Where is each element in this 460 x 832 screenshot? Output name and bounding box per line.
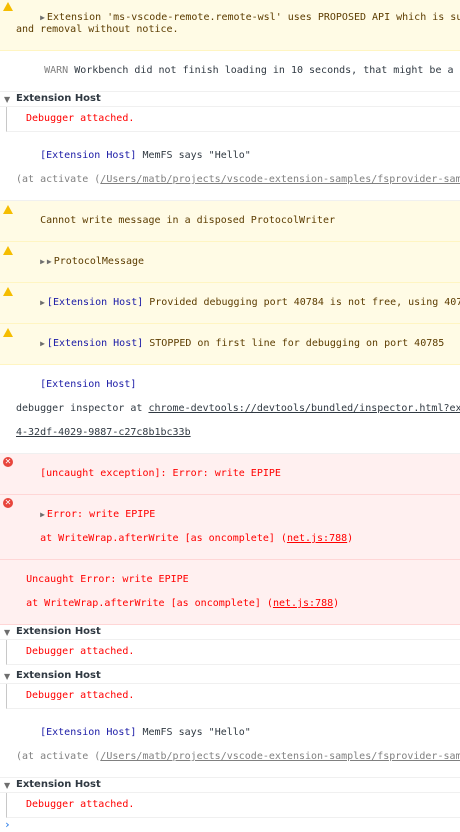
error-text: Uncaught Error: write EPIPE xyxy=(26,574,189,585)
group-title: Extension Host xyxy=(16,93,101,104)
console-group-header[interactable]: ▼ Extension Host xyxy=(0,92,460,107)
warning-text: Extension 'ms-vscode-remote.remote-wsl' … xyxy=(16,12,460,35)
group-message: Debugger attached. xyxy=(26,113,135,124)
warning-text: ProtocolMessage xyxy=(53,256,145,267)
log-source-link[interactable]: /Users/matb/projects/vscode-extension-sa… xyxy=(100,174,460,185)
log-source-link[interactable]: /Users/matb/projects/vscode-extension-sa… xyxy=(100,751,460,762)
console-group-body: Debugger attached. xyxy=(6,640,460,665)
stack-tail: ) xyxy=(333,598,340,609)
expand-triangle-icon[interactable]: ▶ xyxy=(40,339,45,348)
warn-message-text: Workbench did not finish loading in 10 s… xyxy=(68,65,460,76)
console-group-header[interactable]: ▼ Extension Host xyxy=(0,669,460,684)
inspector-link-cont[interactable]: 4-32df-4029-9887-c27c8b1bc33b xyxy=(16,427,191,438)
error-icon: ✕ xyxy=(3,498,13,508)
console-group-body: Debugger attached. xyxy=(6,684,460,709)
console-error[interactable]: ✕ [uncaught exception]: Error: write EPIP… xyxy=(0,454,460,495)
log-prefix: [Extension Host] xyxy=(40,727,137,738)
log-source-prefix: (at activate ( xyxy=(16,751,101,762)
warning-icon xyxy=(3,246,13,255)
console-warning[interactable]: ▶ ▶ ProtocolMessage xyxy=(0,242,460,283)
log-text: MemFS says "Hello" xyxy=(136,150,251,161)
expand-triangle-icon[interactable]: ▶ xyxy=(40,13,45,22)
expand-triangle-icon[interactable]: ▶ xyxy=(47,257,52,266)
warning-icon xyxy=(3,205,13,214)
console-warning[interactable]: ▶ Extension 'ms-vscode-remote.remote-wsl'… xyxy=(0,0,460,51)
console-error[interactable]: Uncaught Error: write EPIPE at WriteWrap… xyxy=(0,560,460,625)
warning-icon xyxy=(3,328,13,337)
group-message: Debugger attached. xyxy=(26,799,135,810)
log-text: MemFS says "Hello" xyxy=(136,727,251,738)
console-group-header[interactable]: ▼ Extension Host xyxy=(0,625,460,640)
group-message: Debugger attached. xyxy=(26,690,135,701)
stack-tail: ) xyxy=(347,533,354,544)
warning-prefix: [Extension Host] xyxy=(46,338,144,349)
console-warning[interactable]: ▶ [Extension Host] Provided debugging por… xyxy=(0,283,460,324)
warning-icon xyxy=(3,2,13,11)
collapse-triangle-icon[interactable]: ▼ xyxy=(4,93,10,107)
log-prefix: [Extension Host] xyxy=(40,150,137,161)
stack-link[interactable]: net.js:788 xyxy=(273,598,333,609)
devtools-console: ▶ Extension 'ms-vscode-remote.remote-wsl'… xyxy=(0,0,460,832)
group-title: Extension Host xyxy=(16,626,101,637)
expand-triangle-icon[interactable]: ▶ xyxy=(40,257,45,266)
warning-text: Provided debugging port 40784 is not fre… xyxy=(149,297,460,308)
inspector-link[interactable]: chrome-devtools://devtools/bundled/inspe… xyxy=(148,403,460,414)
warning-icon xyxy=(3,287,13,296)
log-text: debugger inspector at xyxy=(16,403,149,414)
group-message: Debugger attached. xyxy=(26,646,135,657)
console-warning[interactable]: ▶ [Extension Host] STOPPED on first line … xyxy=(0,324,460,365)
collapse-triangle-icon[interactable]: ▼ xyxy=(4,779,10,793)
collapse-triangle-icon[interactable]: ▼ xyxy=(4,626,10,640)
stack-frame: at WriteWrap.afterWrite [as oncomplete] … xyxy=(2,598,273,609)
console-warning[interactable]: Cannot write message in a disposed Proto… xyxy=(0,201,460,242)
console-error[interactable]: ✕ ▶ Error: write EPIPE at WriteWrap.afterW… xyxy=(0,495,460,560)
warning-prefix: [Extension Host] xyxy=(46,297,144,308)
stack-frame: at WriteWrap.afterWrite [as oncomplete] … xyxy=(16,533,287,544)
expand-triangle-icon[interactable]: ▶ xyxy=(40,298,45,307)
prompt-chevron-icon: › xyxy=(4,818,11,831)
collapse-triangle-icon[interactable]: ▼ xyxy=(4,670,10,684)
expand-triangle-icon[interactable]: ▶ xyxy=(40,510,45,519)
console-group-body: Debugger attached. xyxy=(6,793,460,818)
group-title: Extension Host xyxy=(16,670,101,681)
console-log: [Extension Host] debugger inspector at c… xyxy=(0,365,460,454)
console-log: [Extension Host] MemFS says "Hello" (at … xyxy=(0,713,460,778)
error-icon: ✕ xyxy=(3,457,13,467)
warning-text: STOPPED on first line for debugging on p… xyxy=(143,338,445,349)
console-warn-message: WARN Workbench did not finish loading in… xyxy=(0,51,460,92)
log-prefix: [Extension Host] xyxy=(40,379,137,390)
warn-label: WARN xyxy=(44,65,69,76)
log-source-prefix: (at activate ( xyxy=(16,174,101,185)
group-title: Extension Host xyxy=(16,779,101,790)
stack-link[interactable]: net.js:788 xyxy=(287,533,347,544)
console-log: [Extension Host] MemFS says "Hello" (at … xyxy=(0,136,460,201)
console-prompt[interactable]: › xyxy=(0,818,460,832)
console-group-body: Debugger attached. xyxy=(6,107,460,132)
error-text: Error: write EPIPE xyxy=(46,509,156,520)
console-group-header[interactable]: ▼ Extension Host xyxy=(0,778,460,793)
warning-text: Cannot write message in a disposed Proto… xyxy=(40,215,336,226)
